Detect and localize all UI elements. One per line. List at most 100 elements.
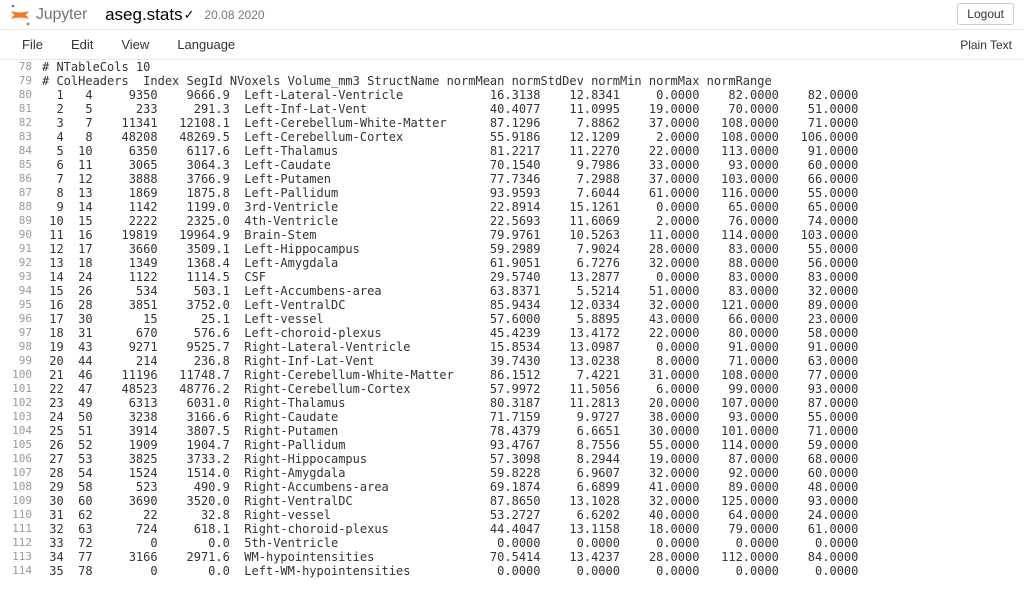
line-number: 101 <box>0 382 38 396</box>
line-number: 96 <box>0 312 38 326</box>
line-text: 5 10 6350 6117.6 Left-Thalamus 81.2217 1… <box>38 144 858 158</box>
line-number: 89 <box>0 214 38 228</box>
line-text: 27 53 3825 3733.2 Right-Hippocampus 57.3… <box>38 452 858 466</box>
editor-line: 83 4 8 48208 48269.5 Left-Cerebellum-Cor… <box>0 130 1024 144</box>
filename[interactable]: aseg.stats <box>105 5 184 25</box>
menu-language[interactable]: Language <box>163 32 249 57</box>
line-number: 97 <box>0 326 38 340</box>
line-text: 20 44 214 236.8 Right-Inf-Lat-Vent 39.74… <box>38 354 858 368</box>
editor-line: 103 24 50 3238 3166.6 Right-Caudate 71.7… <box>0 410 1024 424</box>
editor-line: 86 7 12 3888 3766.9 Left-Putamen 77.7346… <box>0 172 1024 186</box>
editor-line: 114 35 78 0 0.0 Left-WM-hypointensities … <box>0 564 1024 578</box>
line-text: # NTableCols 10 <box>38 60 150 74</box>
line-text: 21 46 11196 11748.7 Right-Cerebellum-Whi… <box>38 368 858 382</box>
line-text: 30 60 3690 3520.0 Right-VentralDC 87.865… <box>38 494 858 508</box>
editor-line: 94 15 26 534 503.1 Left-Accumbens-area 6… <box>0 284 1024 298</box>
editor-line: 105 26 52 1909 1904.7 Right-Pallidum 93.… <box>0 438 1024 452</box>
editor-line: 107 28 54 1524 1514.0 Right-Amygdala 59.… <box>0 466 1024 480</box>
line-text: 34 77 3166 2971.6 WM-hypointensities 70.… <box>38 550 858 564</box>
line-number: 111 <box>0 522 38 536</box>
editor-content[interactable]: 78# NTableCols 1079# ColHeaders Index Se… <box>0 60 1024 578</box>
editor-line: 113 34 77 3166 2971.6 WM-hypointensities… <box>0 550 1024 564</box>
editor-line: 110 31 62 22 32.8 Right-vessel 53.2727 6… <box>0 508 1024 522</box>
menu-left: File Edit View Language <box>8 32 249 57</box>
line-text: 10 15 2222 2325.0 4th-Ventricle 22.5693 … <box>38 214 858 228</box>
editor-line: 87 8 13 1869 1875.8 Left-Pallidum 93.959… <box>0 186 1024 200</box>
editor-line: 88 9 14 1142 1199.0 3rd-Ventricle 22.891… <box>0 200 1024 214</box>
line-text: 9 14 1142 1199.0 3rd-Ventricle 22.8914 1… <box>38 200 858 214</box>
editor-line: 95 16 28 3851 3752.0 Left-VentralDC 85.9… <box>0 298 1024 312</box>
line-text: 6 11 3065 3064.3 Left-Caudate 70.1540 9.… <box>38 158 858 172</box>
menu-file[interactable]: File <box>8 32 57 57</box>
line-text: 4 8 48208 48269.5 Left-Cerebellum-Cortex… <box>38 130 858 144</box>
jupyter-logo[interactable]: Jupyter <box>8 3 105 27</box>
menu-edit[interactable]: Edit <box>57 32 107 57</box>
line-number: 80 <box>0 88 38 102</box>
app-header: Jupyter aseg.stats ✓ 20.08 2020 Logout <box>0 0 1024 30</box>
line-number: 105 <box>0 438 38 452</box>
line-text: 15 26 534 503.1 Left-Accumbens-area 63.8… <box>38 284 858 298</box>
editor-line: 92 13 18 1349 1368.4 Left-Amygdala 61.90… <box>0 256 1024 270</box>
editor-line: 80 1 4 9350 9666.9 Left-Lateral-Ventricl… <box>0 88 1024 102</box>
editor-line: 112 33 72 0 0.0 5th-Ventricle 0.0000 0.0… <box>0 536 1024 550</box>
line-text: 24 50 3238 3166.6 Right-Caudate 71.7159 … <box>38 410 858 424</box>
editor-line: 111 32 63 724 618.1 Right-choroid-plexus… <box>0 522 1024 536</box>
line-number: 103 <box>0 410 38 424</box>
line-text: 17 30 15 25.1 Left-vessel 57.6000 5.8895… <box>38 312 858 326</box>
line-number: 114 <box>0 564 38 578</box>
menu-view[interactable]: View <box>107 32 163 57</box>
line-text: 3 7 11341 12108.1 Left-Cerebellum-White-… <box>38 116 858 130</box>
line-text: 23 49 6313 6031.0 Right-Thalamus 80.3187… <box>38 396 858 410</box>
line-number: 83 <box>0 130 38 144</box>
line-text: 32 63 724 618.1 Right-choroid-plexus 44.… <box>38 522 858 536</box>
line-text: 22 47 48523 48776.2 Right-Cerebellum-Cor… <box>38 382 858 396</box>
line-text: 35 78 0 0.0 Left-WM-hypointensities 0.00… <box>38 564 858 578</box>
editor-line: 99 20 44 214 236.8 Right-Inf-Lat-Vent 39… <box>0 354 1024 368</box>
editor-line: 104 25 51 3914 3807.5 Right-Putamen 78.4… <box>0 424 1024 438</box>
line-text: 12 17 3660 3509.1 Left-Hippocampus 59.29… <box>38 242 858 256</box>
line-text: 2 5 233 291.3 Left-Inf-Lat-Vent 40.4077 … <box>38 102 858 116</box>
line-text: 25 51 3914 3807.5 Right-Putamen 78.4379 … <box>38 424 858 438</box>
line-text: 8 13 1869 1875.8 Left-Pallidum 93.9593 7… <box>38 186 858 200</box>
line-number: 107 <box>0 466 38 480</box>
line-number: 79 <box>0 74 38 88</box>
editor-line: 100 21 46 11196 11748.7 Right-Cerebellum… <box>0 368 1024 382</box>
line-text: 31 62 22 32.8 Right-vessel 53.2727 6.620… <box>38 508 858 522</box>
line-number: 95 <box>0 298 38 312</box>
line-number: 113 <box>0 550 38 564</box>
line-number: 106 <box>0 452 38 466</box>
line-number: 81 <box>0 102 38 116</box>
editor-line: 78# NTableCols 10 <box>0 60 1024 74</box>
line-number: 94 <box>0 284 38 298</box>
editor-mode[interactable]: Plain Text <box>960 38 1012 52</box>
jupyter-icon <box>8 3 32 27</box>
line-number: 86 <box>0 172 38 186</box>
editor-line: 106 27 53 3825 3733.2 Right-Hippocampus … <box>0 452 1024 466</box>
line-number: 99 <box>0 354 38 368</box>
line-text: 11 16 19819 19964.9 Brain-Stem 79.9761 1… <box>38 228 858 242</box>
file-date: 20.08 2020 <box>204 8 264 22</box>
jupyter-wordmark: Jupyter <box>36 6 87 24</box>
line-text: # ColHeaders Index SegId NVoxels Volume_… <box>38 74 772 88</box>
save-check-icon: ✓ <box>184 7 205 23</box>
line-text: 26 52 1909 1904.7 Right-Pallidum 93.4767… <box>38 438 858 452</box>
line-number: 84 <box>0 144 38 158</box>
line-text: 29 58 523 490.9 Right-Accumbens-area 69.… <box>38 480 858 494</box>
line-number: 87 <box>0 186 38 200</box>
editor-line: 84 5 10 6350 6117.6 Left-Thalamus 81.221… <box>0 144 1024 158</box>
line-number: 108 <box>0 480 38 494</box>
logout-button[interactable]: Logout <box>957 3 1014 25</box>
editor-line: 101 22 47 48523 48776.2 Right-Cerebellum… <box>0 382 1024 396</box>
editor-line: 93 14 24 1122 1114.5 CSF 29.5740 13.2877… <box>0 270 1024 284</box>
line-text: 1 4 9350 9666.9 Left-Lateral-Ventricle 1… <box>38 88 858 102</box>
editor-line: 85 6 11 3065 3064.3 Left-Caudate 70.1540… <box>0 158 1024 172</box>
editor-line: 96 17 30 15 25.1 Left-vessel 57.6000 5.8… <box>0 312 1024 326</box>
line-number: 93 <box>0 270 38 284</box>
line-text: 28 54 1524 1514.0 Right-Amygdala 59.8228… <box>38 466 858 480</box>
line-number: 85 <box>0 158 38 172</box>
editor-line: 109 30 60 3690 3520.0 Right-VentralDC 87… <box>0 494 1024 508</box>
line-number: 104 <box>0 424 38 438</box>
menubar: File Edit View Language Plain Text <box>0 30 1024 60</box>
line-number: 92 <box>0 256 38 270</box>
line-text: 13 18 1349 1368.4 Left-Amygdala 61.9051 … <box>38 256 858 270</box>
